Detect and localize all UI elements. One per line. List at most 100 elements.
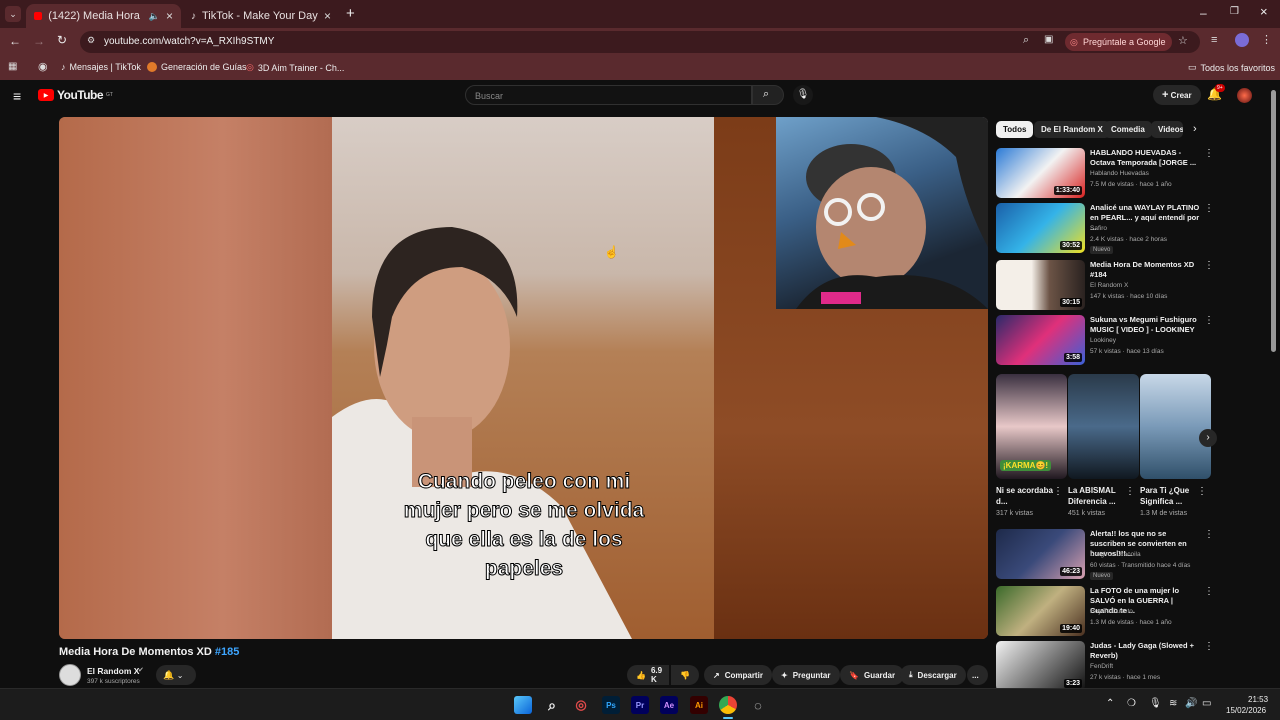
more-options-icon[interactable]: ⋮ [1204, 260, 1214, 271]
bookmark-guias[interactable]: Generación de Guías [147, 62, 247, 72]
more-options-icon[interactable]: ⋮ [1197, 486, 1207, 497]
chip-de-el-random-x[interactable]: De El Random X [1034, 121, 1110, 138]
close-window-icon[interactable]: × [1260, 4, 1268, 19]
clock-time[interactable]: 21:53 [1248, 695, 1268, 704]
list-item[interactable]: 3:58 Sukuna vs Megumi Fushiguro MUSIC [ … [996, 315, 1218, 367]
short-thumbnail[interactable] [1140, 374, 1211, 479]
video-thumbnail[interactable]: 3:58 [996, 315, 1085, 365]
ask-google-button[interactable]: ◎ Pregúntale a Google [1065, 33, 1172, 51]
url-text[interactable]: youtube.com/watch?v=A_RXIh9STMY [104, 36, 274, 47]
video-player[interactable]: Cuando peleo con mi mujer pero se me olv… [59, 117, 988, 639]
bookmark-star-icon[interactable]: ☆ [1178, 34, 1188, 47]
video-thumbnail[interactable]: 30:52 [996, 203, 1085, 253]
more-options-icon[interactable]: ⋮ [1204, 148, 1214, 159]
restore-icon[interactable]: ❐ [1230, 6, 1239, 17]
list-item[interactable]: 19:40 La FOTO de una mujer lo SALVÓ en l… [996, 586, 1218, 638]
short-title[interactable]: La ABISMAL Diferencia ... [1068, 485, 1128, 507]
youtube-logo[interactable]: ▶ YouTube GT [38, 88, 113, 102]
chrome-icon[interactable] [719, 696, 737, 714]
illustrator-icon[interactable]: Ai [690, 696, 708, 714]
more-options-icon[interactable]: ⋮ [1204, 203, 1214, 214]
ask-button[interactable]: ✦ Preguntar [772, 665, 840, 685]
premiere-icon[interactable]: Pr [631, 696, 649, 714]
globe-icon[interactable]: ◉ [38, 60, 48, 73]
search-icon[interactable]: ⌕ [543, 696, 561, 714]
video-thumbnail[interactable]: 19:40 [996, 586, 1085, 636]
video-thumbnail[interactable]: 30:15 [996, 260, 1085, 310]
apps-grid-icon[interactable]: ▦ [8, 61, 17, 72]
page-scrollbar[interactable] [1271, 90, 1276, 352]
bookmark-all-favorites[interactable]: ▭ Todos los favoritos [1188, 62, 1275, 73]
channel-avatar[interactable] [59, 664, 81, 686]
new-tab-button[interactable]: + [346, 5, 355, 22]
video-thumbnail[interactable]: 1:33:40 [996, 148, 1085, 198]
video-thumbnail[interactable]: 3:23 [996, 641, 1085, 691]
microphone-icon[interactable]: 🎙 [1149, 698, 1162, 709]
app-icon[interactable]: ◎ [572, 696, 590, 714]
speaker-icon[interactable]: 🔈 [149, 11, 160, 22]
site-info-icon[interactable]: ⚙ [87, 35, 95, 46]
avatar[interactable] [1237, 88, 1252, 103]
clock-date[interactable]: 15/02/2026 [1226, 706, 1266, 715]
chevron-right-icon[interactable]: › [1193, 123, 1197, 135]
save-button[interactable]: 🔖 Guardar [840, 665, 905, 685]
list-item[interactable]: 46:23 Alerta!! los que no se suscriben s… [996, 529, 1218, 581]
tray-app-icon[interactable]: ❍ [1127, 698, 1136, 709]
cast-icon[interactable]: ▣ [1044, 34, 1053, 45]
download-button[interactable]: ⤓ Descargar [900, 665, 966, 685]
list-item[interactable]: 30:15 Media Hora De Momentos XD #184 El … [996, 260, 1218, 312]
create-button[interactable]: + Crear [1153, 85, 1201, 105]
photoshop-icon[interactable]: Ps [602, 696, 620, 714]
short-title[interactable]: Ni se acordaba d... [996, 485, 1056, 507]
reload-icon[interactable]: ↻ [57, 33, 67, 47]
more-options-icon[interactable]: ⋮ [1204, 641, 1214, 652]
subscribed-button[interactable]: 🔔 ⌄ [156, 665, 196, 685]
search-button[interactable]: ⌕ [752, 85, 784, 105]
video-title-hashtag[interactable]: #185 [215, 646, 239, 658]
wifi-icon[interactable]: ≋ [1169, 698, 1177, 709]
more-options-icon[interactable]: ⋮ [1204, 529, 1214, 540]
forward-icon[interactable]: → [33, 34, 45, 48]
recording-app-icon[interactable]: ◌ [749, 696, 767, 714]
short-title[interactable]: Para Ti ¿Que Significa ... [1140, 485, 1200, 507]
more-options-icon[interactable]: ⋮ [1204, 315, 1214, 326]
tab-tiktok[interactable]: ♪ TikTok - Make Your Day × [183, 4, 339, 28]
close-tab-icon[interactable]: × [324, 9, 331, 23]
battery-icon[interactable]: ▭ [1202, 698, 1211, 709]
tab-youtube[interactable]: (1422) Media Hora De Mo 🔈 × [26, 4, 181, 28]
more-actions-button[interactable]: ... [967, 665, 988, 685]
profile-icon[interactable] [1235, 33, 1249, 47]
voice-search-button[interactable]: 🎙 [793, 85, 813, 105]
windows-start-icon[interactable] [514, 696, 532, 714]
close-tab-icon[interactable]: × [166, 9, 173, 23]
bookmark-aim-trainer[interactable]: ◎ 3D Aim Trainer - Ch... [246, 62, 344, 73]
short-thumbnail[interactable] [1068, 374, 1139, 479]
list-item[interactable]: 30:52 Analicé una WAYLAY PLATINO en PEAR… [996, 203, 1218, 255]
after-effects-icon[interactable]: Ae [660, 696, 678, 714]
search-input[interactable]: Buscar [465, 85, 752, 105]
volume-icon[interactable]: 🔊 [1185, 698, 1197, 709]
tab-search-button[interactable]: ⌄ [5, 6, 21, 22]
list-item[interactable]: 1:33:40 HABLANDO HUEVADAS - Octava Tempo… [996, 148, 1218, 200]
bookmark-tiktok[interactable]: ♪ Mensajes | TikTok [61, 62, 141, 72]
minimize-icon[interactable]: – [1200, 6, 1207, 20]
like-button[interactable]: 👍 6.9 K [627, 665, 669, 685]
chip-comedia[interactable]: Comedia [1104, 121, 1152, 138]
more-options-icon[interactable]: ⋮ [1204, 586, 1214, 597]
address-bar[interactable]: ⚙ youtube.com/watch?v=A_RXIh9STMY ⌕ ▣ ◎ … [80, 31, 1200, 53]
chip-todos[interactable]: Todos [996, 121, 1034, 138]
short-thumbnail[interactable]: ¡KARMA😊! [996, 374, 1067, 479]
more-options-icon[interactable]: ⋮ [1053, 486, 1063, 497]
share-button[interactable]: ↗ Compartir [704, 665, 772, 685]
shorts-next-button[interactable]: › [1199, 429, 1217, 447]
list-item[interactable]: 3:23 Judas - Lady Gaga (Slowed + Reverb)… [996, 641, 1218, 693]
chevron-up-icon[interactable]: ⌃ [1106, 698, 1114, 709]
reading-list-icon[interactable]: ≡ [1211, 34, 1217, 46]
dislike-button[interactable]: 👎 [671, 665, 699, 685]
video-thumbnail[interactable]: 46:23 [996, 529, 1085, 579]
back-icon[interactable]: ← [9, 34, 21, 48]
browser-menu-icon[interactable]: ⋮ [1261, 33, 1272, 46]
notifications-button[interactable]: 🔔 9+ [1207, 84, 1225, 101]
chip-videos[interactable]: Videos [1151, 121, 1183, 138]
zoom-icon[interactable]: ⌕ [1023, 34, 1029, 47]
